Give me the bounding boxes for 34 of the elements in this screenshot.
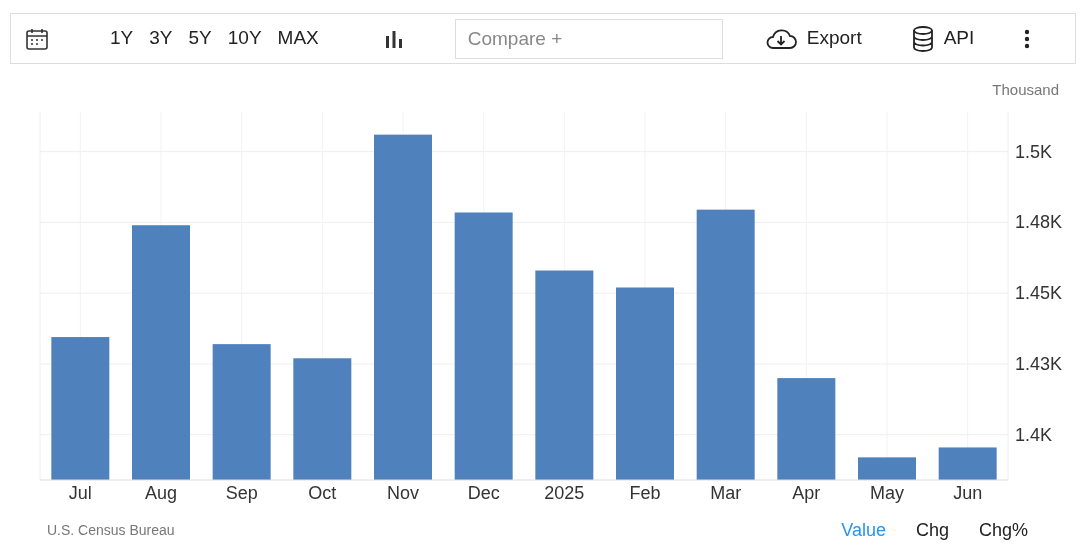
bar: [938, 447, 997, 480]
range-button[interactable]: 3Y: [141, 24, 181, 53]
range-button[interactable]: 10Y: [219, 24, 270, 53]
y-axis-label: 1.45K: [1015, 283, 1063, 304]
range-button[interactable]: 1Y: [102, 24, 142, 53]
x-axis-label: 2025: [544, 483, 585, 503]
range-button[interactable]: 5Y: [180, 24, 220, 53]
calendar-icon[interactable]: [25, 26, 49, 51]
y-axis-label: 1.5K: [1015, 141, 1053, 162]
view-tab[interactable]: Chg: [915, 516, 949, 544]
range-button[interactable]: MAX: [269, 24, 327, 53]
x-axis-label: Apr: [792, 483, 821, 503]
y-axis-label: 1.48K: [1015, 212, 1063, 233]
x-axis-label: Sep: [225, 483, 258, 503]
x-axis-label: Jun: [953, 483, 983, 503]
x-axis-label: Mar: [710, 483, 742, 503]
x-axis-label: Oct: [308, 483, 337, 503]
bar: [858, 457, 916, 480]
x-axis-label: Aug: [145, 483, 177, 503]
y-axis-label: 1.4K: [1015, 424, 1053, 445]
source-label: U.S. Census Bureau: [47, 520, 175, 540]
view-tab[interactable]: Chg%: [978, 516, 1028, 544]
x-axis-label: Jul: [68, 483, 92, 503]
x-axis-label: Feb: [629, 483, 661, 503]
y-axis-label: 1.43K: [1015, 353, 1063, 374]
export-button[interactable]: Export: [764, 24, 862, 53]
api-button[interactable]: API: [911, 24, 975, 53]
compare-field[interactable]: Compare +: [454, 18, 723, 59]
x-axis-label: Dec: [467, 483, 500, 503]
more-menu-icon[interactable]: [1024, 28, 1031, 49]
x-axis-label: Nov: [387, 483, 419, 503]
database-icon: [911, 25, 934, 52]
unit-label: Thousand: [992, 82, 1059, 100]
x-axis-label: May: [870, 483, 904, 503]
